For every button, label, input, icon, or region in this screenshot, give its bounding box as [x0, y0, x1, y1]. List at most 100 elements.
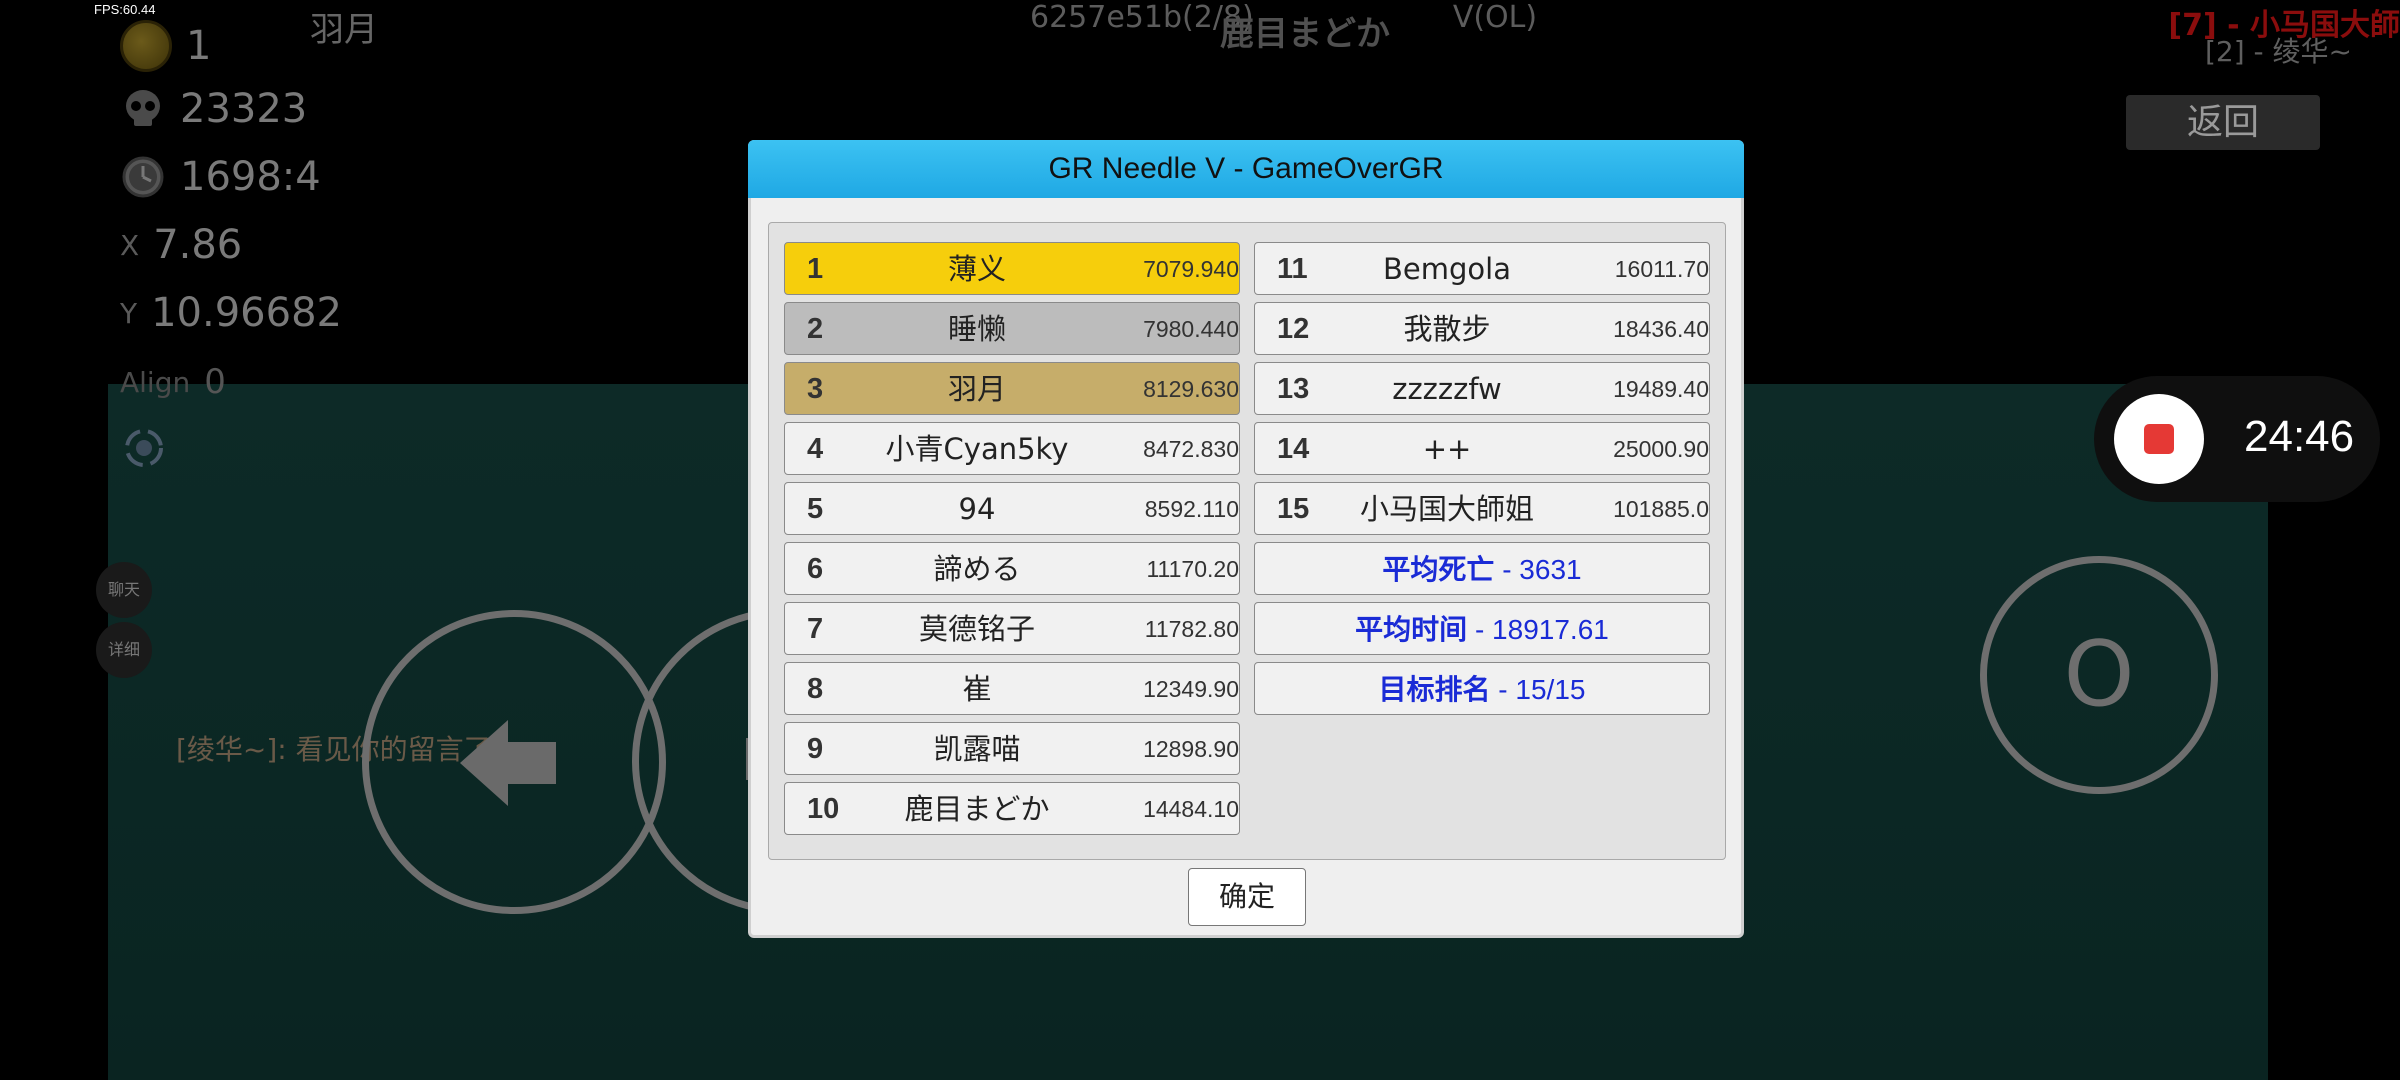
leaderboard-row: 13 zzzzzfw 19489.40: [1254, 362, 1710, 415]
coin-count: 1: [186, 23, 212, 69]
hud-y: Y 10.96682: [120, 290, 342, 336]
stat-text: 平均时间 - 18917.61: [1255, 603, 1709, 656]
leaderboard-row: 4 小青Cyan5ky 8472.830: [784, 422, 1240, 475]
stat-text: 平均死亡 - 3631: [1255, 543, 1709, 596]
player-score: 8129.630: [1143, 376, 1239, 402]
leaderboard-row: 7 莫德铭子 11782.80: [784, 602, 1240, 655]
player-name: 小马国大師姐: [1359, 492, 1534, 526]
hud-time: 1698:4: [120, 154, 321, 200]
rank-number: 15: [1277, 493, 1310, 525]
player-score: 11170.20: [1146, 556, 1239, 582]
player-score: 8472.830: [1143, 436, 1239, 462]
rank-number: 1: [807, 253, 824, 285]
rank-number: 6: [807, 553, 824, 585]
rank-number: 13: [1277, 373, 1310, 405]
x-value: 7.86: [153, 222, 243, 268]
player-score: 7079.940: [1143, 256, 1239, 282]
x-label: X: [120, 228, 140, 262]
player-name: 凯露喵: [933, 732, 1021, 766]
top-player-name: 羽月: [310, 10, 378, 50]
player-name: Bemgola: [1383, 252, 1511, 286]
stat-row: 平均时间 - 18917.61: [1254, 602, 1710, 655]
action-label: O: [2063, 622, 2135, 727]
leaderboard-row: 2 睡懒 7980.440: [784, 302, 1240, 355]
rank-number: 2: [807, 313, 824, 345]
play-time: 1698:4: [180, 154, 321, 200]
stat-text: 目标排名 - 15/15: [1255, 663, 1709, 716]
leaderboard-row: 5 94 8592.110: [784, 482, 1240, 535]
y-value: 10.96682: [151, 290, 342, 336]
rank-number: 3: [807, 373, 824, 405]
player-name: 睡懒: [947, 312, 1006, 346]
align-label: Align: [120, 365, 191, 399]
player-name: zzzzzfw: [1392, 372, 1502, 406]
player-score: 12898.90: [1143, 736, 1239, 762]
player-name: 鹿目まどか: [904, 792, 1050, 826]
rank-number: 10: [807, 793, 840, 825]
leaderboard-row: 8 崔 12349.90: [784, 662, 1240, 715]
rank-number: 11: [1277, 253, 1308, 285]
stat-value: - 3631: [1494, 554, 1582, 585]
leaderboard-row: 1 薄义 7079.940: [784, 242, 1240, 295]
rank-number: 5: [807, 493, 824, 525]
leaderboard-row: 6 諦める 11170.20: [784, 542, 1240, 595]
stat-label: 平均时间: [1355, 613, 1468, 646]
align-value: 0: [204, 362, 226, 402]
hud-x: X 7.86: [120, 222, 242, 268]
rank-number: 8: [807, 673, 824, 705]
rank-number: 14: [1277, 433, 1310, 465]
back-button[interactable]: 返回: [2126, 95, 2320, 150]
player-score: 8592.110: [1144, 496, 1239, 522]
leaderboard-row: 14 ++ 25000.90: [1254, 422, 1710, 475]
coin-icon: [120, 20, 172, 72]
detail-button[interactable]: 详细: [96, 622, 152, 678]
player-name: 羽月: [947, 372, 1006, 406]
chat-button[interactable]: 聊天: [96, 562, 152, 618]
record-timer: 24:46: [2244, 412, 2355, 461]
skull-icon: [126, 90, 160, 126]
leaderboard-row: 3 羽月 8129.630: [784, 362, 1240, 415]
player-score: 18436.40: [1613, 316, 1709, 342]
player-name: 薄义: [947, 252, 1006, 286]
player-name: 94: [958, 492, 996, 526]
confirm-button[interactable]: 确定: [1188, 868, 1306, 926]
rank-number: 12: [1277, 313, 1310, 345]
player-name: ++: [1422, 432, 1472, 466]
player-list-entry-2: [2] - 绫华~: [2204, 35, 2352, 68]
leaderboard-row: 11 Bemgola 16011.70: [1254, 242, 1710, 295]
player-name: 崔: [962, 672, 992, 706]
stat-row: 平均死亡 - 3631: [1254, 542, 1710, 595]
leaderboard-row: 10 鹿目まどか 14484.10: [784, 782, 1240, 835]
dialog-title: GR Needle V - GameOverGR: [748, 140, 1744, 198]
stat-value: - 15/15: [1490, 674, 1586, 705]
leaderboard-row: 9 凯露喵 12898.90: [784, 722, 1240, 775]
stat-label: 平均死亡: [1382, 553, 1495, 586]
swirl-icon[interactable]: [124, 428, 164, 468]
leaderboard-row: 12 我散步 18436.40: [1254, 302, 1710, 355]
player-name: 我散步: [1403, 312, 1491, 346]
player-score: 14484.10: [1143, 796, 1239, 822]
room-overlay-name: 鹿目まどか: [1220, 14, 1390, 54]
player-score: 11782.80: [1144, 616, 1239, 642]
stop-icon: [2144, 424, 2174, 454]
arrow-left-icon: [460, 720, 556, 806]
player-score: 7980.440: [1143, 316, 1239, 342]
player-name: 莫德铭子: [918, 612, 1035, 646]
player-score: 101885.0: [1613, 496, 1709, 522]
rank-number: 7: [807, 613, 824, 645]
stat-row: 目标排名 - 15/15: [1254, 662, 1710, 715]
hud-coins: 1: [120, 20, 211, 72]
player-score: 19489.40: [1613, 376, 1709, 402]
y-label: Y: [120, 296, 138, 330]
player-score: 25000.90: [1613, 436, 1709, 462]
hud-deaths: 23323: [120, 86, 307, 132]
rank-number: 4: [807, 433, 824, 465]
stat-value: - 18917.61: [1467, 614, 1609, 645]
room-mode: V(OL): [1452, 0, 1538, 35]
death-count: 23323: [180, 86, 308, 132]
hud-align: Align 0: [120, 362, 226, 402]
rank-number: 9: [807, 733, 824, 765]
leaderboard-row: 15 小马国大師姐 101885.0: [1254, 482, 1710, 535]
fps-counter: FPS:60.44: [94, 2, 156, 17]
clock-icon: [122, 156, 164, 198]
